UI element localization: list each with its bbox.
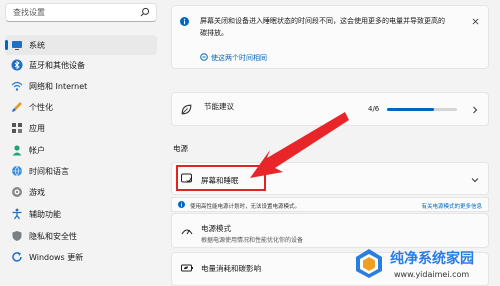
monitor-icon: [12, 41, 22, 50]
search-placeholder: 查找设置: [13, 8, 45, 17]
accessibility-icon: [12, 208, 22, 220]
warning-text: 使用高性能电源计划时，无法设置电源模式。: [190, 204, 301, 210]
make-times-same-link[interactable]: 使这两个时间相同: [211, 53, 267, 63]
watermark-logo-icon: [356, 249, 382, 278]
sidebar-item-time-language[interactable]: 时间和语言: [5, 161, 157, 181]
sidebar-item-label: Windows 更新: [29, 253, 84, 262]
sidebar-item-system[interactable]: 系统: [5, 35, 157, 55]
sidebar-item-bluetooth[interactable]: 蓝牙和其他设备: [5, 55, 157, 75]
power-mode-subtitle: 根据电源使用情况和性能优化你的设备: [201, 237, 304, 244]
game-controller-icon: [12, 187, 22, 197]
sidebar-item-label: 帐户: [29, 146, 45, 155]
sleep-mismatch-notice: 屏幕关闭和设备进入睡眠状态的时间段不同，这会使用更多的电量并导致更高的 碳排放。…: [171, 5, 489, 69]
active-indicator: [5, 40, 8, 50]
close-icon[interactable]: [472, 18, 479, 25]
sidebar-item-label: 时间和语言: [29, 167, 69, 176]
watermark-url: www.yidaimei.com: [394, 270, 470, 279]
info-icon: [178, 201, 185, 208]
link-icon: [200, 53, 208, 61]
power-section-title: 电源: [173, 144, 188, 153]
energy-progress-bar-fill: [387, 108, 434, 111]
search-icon: [140, 7, 150, 17]
chevron-down-icon: [471, 178, 479, 183]
person-icon: [12, 145, 22, 156]
wifi-icon: [11, 81, 23, 91]
energy-progress-bar: [387, 108, 457, 111]
watermark-title: 纯净系统家园: [390, 251, 474, 267]
shield-icon: [12, 231, 22, 241]
sidebar-item-accounts[interactable]: 帐户: [5, 140, 157, 160]
annotation-arrow: [250, 112, 349, 178]
sidebar-item-personalization[interactable]: 个性化: [5, 97, 157, 117]
power-mode-warning: 使用高性能电源计划时，无法设置电源模式。 有关电源模式的更多信息: [171, 197, 489, 212]
sidebar-item-label: 系统: [29, 41, 45, 50]
apps-icon: [12, 123, 22, 133]
sidebar-item-apps[interactable]: 应用: [5, 118, 157, 138]
sidebar-item-label: 个性化: [29, 103, 53, 112]
sidebar-item-label: 辅助功能: [29, 210, 61, 219]
power-mode-title: 电源模式: [201, 224, 231, 233]
update-icon: [12, 252, 22, 262]
energy-progress-label: 4/6: [368, 105, 380, 113]
sidebar-item-privacy[interactable]: 隐私和安全性: [5, 226, 157, 246]
search-input[interactable]: 查找设置: [5, 3, 157, 22]
sidebar-item-label: 网络和 Internet: [29, 82, 88, 91]
notice-text-line2: 碳排放。: [200, 29, 228, 37]
sidebar-item-gaming[interactable]: 游戏: [5, 182, 157, 202]
watermark: 纯净系统家园 www.yidaimei.com: [350, 243, 500, 286]
battery-usage-title: 电量消耗和碳影响: [201, 264, 261, 273]
sidebar-item-network[interactable]: 网络和 Internet: [5, 76, 157, 96]
power-mode-icon: [181, 229, 193, 235]
power-mode-info-link[interactable]: 有关电源模式的更多信息: [421, 202, 482, 210]
globe-clock-icon: [12, 165, 22, 177]
sidebar-item-label: 游戏: [29, 188, 45, 197]
sidebar-item-windows-update[interactable]: Windows 更新: [5, 247, 157, 267]
sidebar-item-label: 蓝牙和其他设备: [29, 61, 85, 70]
sidebar-item-label: 隐私和安全性: [29, 232, 77, 241]
battery-leaf-icon: [181, 264, 193, 272]
notice-text-line1: 屏幕关闭和设备进入睡眠状态的时间段不同，这会使用更多的电量并导致更高的: [200, 17, 445, 25]
info-icon: [180, 17, 189, 26]
bluetooth-icon: [11, 59, 23, 71]
leaf-icon: [181, 104, 192, 115]
sidebar: 查找设置 系统 蓝牙和其他设备 网络和 Internet 个性化 应用 帐户 时…: [0, 0, 160, 286]
sidebar-item-label: 应用: [29, 124, 45, 133]
sidebar-item-accessibility[interactable]: 辅助功能: [5, 204, 157, 224]
brush-icon: [12, 102, 22, 112]
chevron-right-icon: [473, 106, 478, 114]
energy-title: 节能建议: [204, 102, 234, 111]
